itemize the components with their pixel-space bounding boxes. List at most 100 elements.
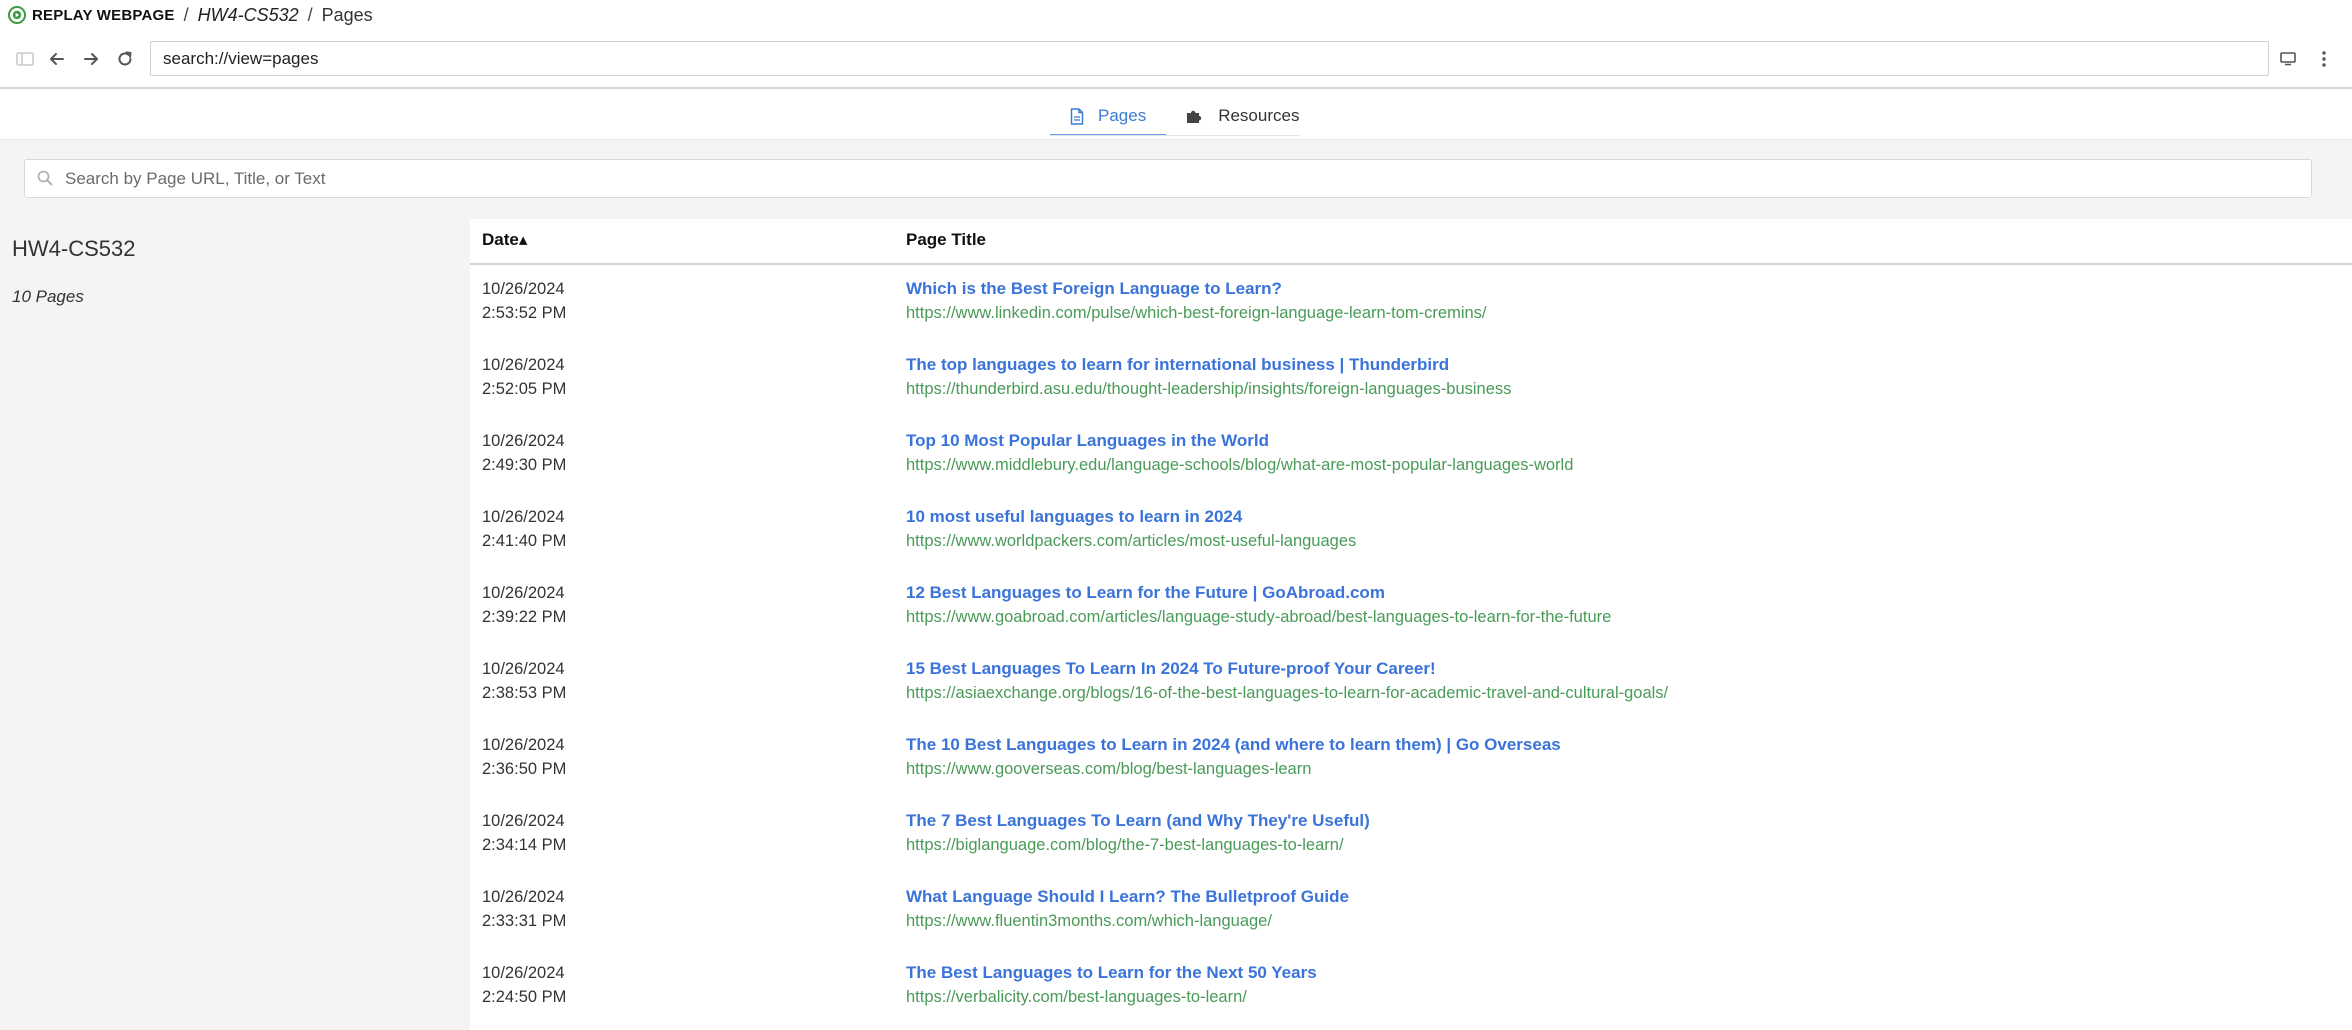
back-button[interactable]: [45, 47, 69, 71]
tab-resources-label: Resources: [1218, 106, 1300, 125]
tab-pages[interactable]: Pages: [1050, 98, 1167, 136]
page-url-link[interactable]: https://www.gooverseas.com/blog/best-lan…: [906, 757, 1311, 781]
brand-name[interactable]: REPLAY WEBPAGE: [32, 7, 175, 24]
device-view-button[interactable]: [2276, 47, 2300, 71]
tab-resources[interactable]: Resources: [1166, 98, 1319, 136]
table-row[interactable]: 10/26/2024 2:41:40 PM 10 most useful langu…: [470, 495, 2352, 571]
page-title-link[interactable]: What Language Should I Learn? The Bullet…: [906, 885, 1349, 909]
page-url-link[interactable]: https://www.goabroad.com/articles/langua…: [906, 605, 1611, 629]
page-title-link[interactable]: 10 most useful languages to learn in 202…: [906, 505, 1242, 529]
arrow-right-icon: [84, 53, 98, 65]
table-row[interactable]: 10/26/2024 2:49:30 PM Top 10 Most Popular …: [470, 419, 2352, 495]
more-options-button[interactable]: [2312, 47, 2336, 71]
row-date: 10/26/2024 2:38:53 PM: [482, 657, 566, 705]
tab-pages-label: Pages: [1098, 106, 1147, 125]
breadcrumb-collection[interactable]: HW4-CS532: [198, 5, 299, 26]
monitor-icon: [2280, 52, 2296, 66]
row-date-time: 2:34:14 PM: [482, 836, 567, 854]
row-date-day: 10/26/2024: [482, 280, 565, 298]
replay-logo-icon: [8, 6, 26, 24]
sidebar-toggle-icon: [16, 52, 34, 66]
row-date-time: 2:53:52 PM: [482, 304, 567, 322]
kebab-menu-icon: [2322, 51, 2326, 67]
page-title-link[interactable]: The top languages to learn for internati…: [906, 353, 1449, 377]
arrow-left-icon: [50, 53, 64, 65]
table-row[interactable]: 10/26/2024 2:39:22 PM 12 Best Languages to…: [470, 571, 2352, 647]
breadcrumb-separator: /: [183, 4, 189, 25]
row-date-time: 2:36:50 PM: [482, 760, 567, 778]
pages-table: Date▴ Page Title 10/26/2024 2:53:52 PM Whi…: [470, 219, 2352, 1030]
row-date-day: 10/26/2024: [482, 508, 565, 526]
page-title-link[interactable]: 15 Best Languages To Learn In 2024 To Fu…: [906, 657, 1436, 681]
row-date-day: 10/26/2024: [482, 356, 565, 374]
page-url-link[interactable]: https://www.linkedin.com/pulse/which-bes…: [906, 301, 1487, 325]
breadcrumb-separator: /: [307, 4, 313, 25]
row-date: 10/26/2024 2:24:50 PM: [482, 961, 566, 1009]
row-date: 10/26/2024 2:36:50 PM: [482, 733, 566, 781]
row-date-time: 2:49:30 PM: [482, 456, 567, 474]
table-row[interactable]: 10/26/2024 2:38:53 PM 15 Best Languages To…: [470, 647, 2352, 723]
reload-button[interactable]: [113, 47, 137, 71]
table-row[interactable]: 10/26/2024 2:34:14 PM The 7 Best Languages…: [470, 799, 2352, 875]
sidebar-toggle-button[interactable]: [13, 47, 37, 71]
row-date-day: 10/26/2024: [482, 888, 565, 906]
row-date-day: 10/26/2024: [482, 432, 565, 450]
row-date: 10/26/2024 2:52:05 PM: [482, 353, 566, 401]
view-tabs: Pages Resources: [1050, 98, 1319, 136]
table-row[interactable]: 10/26/2024 2:52:05 PM The top languages to…: [470, 343, 2352, 419]
row-date-day: 10/26/2024: [482, 660, 565, 678]
forward-button[interactable]: [79, 47, 103, 71]
page-url-link[interactable]: https://biglanguage.com/blog/the-7-best-…: [906, 833, 1344, 857]
page-url-link[interactable]: https://www.middlebury.edu/language-scho…: [906, 453, 1573, 477]
tabs-underline: [1050, 135, 1300, 136]
reload-icon: [118, 51, 132, 66]
page-title-link[interactable]: Top 10 Most Popular Languages in the Wor…: [906, 429, 1269, 453]
search-input[interactable]: [65, 160, 2265, 197]
page-url-link[interactable]: https://www.worldpackers.com/articles/mo…: [906, 529, 1356, 553]
row-date: 10/26/2024 2:34:14 PM: [482, 809, 566, 857]
page-title-link[interactable]: 12 Best Languages to Learn for the Futur…: [906, 581, 1385, 605]
breadcrumb-bar: REPLAY WEBPAGE / HW4-CS532 / Pages: [0, 0, 2352, 30]
row-date: 10/26/2024 2:33:31 PM: [482, 885, 566, 933]
row-date-time: 2:41:40 PM: [482, 532, 567, 550]
page-url-link[interactable]: https://thunderbird.asu.edu/thought-lead…: [906, 377, 1511, 401]
page-title-link[interactable]: The Best Languages to Learn for the Next…: [906, 961, 1317, 985]
puzzle-icon: [1187, 110, 1202, 123]
address-input[interactable]: [150, 41, 2269, 76]
page-url-link[interactable]: https://www.fluentin3months.com/which-la…: [906, 909, 1272, 933]
row-date-day: 10/26/2024: [482, 584, 565, 602]
collection-title: HW4-CS532: [12, 236, 136, 261]
row-date-time: 2:39:22 PM: [482, 608, 567, 626]
row-date-day: 10/26/2024: [482, 736, 565, 754]
page-title-link[interactable]: Which is the Best Foreign Language to Le…: [906, 277, 1282, 301]
collection-sidebar: HW4-CS532 10 Pages: [0, 219, 470, 1030]
title-column-header[interactable]: Page Title: [906, 230, 986, 250]
page-url-link[interactable]: https://asiaexchange.org/blogs/16-of-the…: [906, 681, 1668, 705]
table-row[interactable]: 10/26/2024 2:36:50 PM The 10 Best Language…: [470, 723, 2352, 799]
search-icon: [37, 170, 53, 186]
page-count: 10 Pages: [12, 287, 84, 306]
row-date: 10/26/2024 2:49:30 PM: [482, 429, 566, 477]
row-date-day: 10/26/2024: [482, 812, 565, 830]
page-url-link[interactable]: https://verbalicity.com/best-languages-t…: [906, 985, 1247, 1009]
page-icon: [1070, 107, 1084, 125]
row-date-time: 2:38:53 PM: [482, 684, 567, 702]
row-date-day: 10/26/2024: [482, 964, 565, 982]
row-date: 10/26/2024 2:41:40 PM: [482, 505, 566, 553]
page-title-link[interactable]: The 7 Best Languages To Learn (and Why T…: [906, 809, 1370, 833]
table-row[interactable]: 10/26/2024 2:24:50 PM The Best Languages t…: [470, 951, 2352, 1027]
row-date: 10/26/2024 2:53:52 PM: [482, 277, 566, 325]
row-date: 10/26/2024 2:39:22 PM: [482, 581, 566, 629]
table-row[interactable]: 10/26/2024 2:33:31 PM What Language Should…: [470, 875, 2352, 951]
row-date-time: 2:24:50 PM: [482, 988, 567, 1006]
row-date-time: 2:33:31 PM: [482, 912, 567, 930]
search-box: [24, 159, 2312, 198]
toolbar-divider: [0, 87, 2352, 89]
table-row[interactable]: 10/26/2024 2:53:52 PM Which is the Best Fo…: [470, 267, 2352, 343]
breadcrumb-current-page: Pages: [321, 4, 373, 25]
date-column-header[interactable]: Date▴: [482, 230, 527, 250]
address-toolbar: [0, 38, 2352, 80]
page-title-link[interactable]: The 10 Best Languages to Learn in 2024 (…: [906, 733, 1561, 757]
row-date-time: 2:52:05 PM: [482, 380, 567, 398]
table-header: Date▴ Page Title: [470, 219, 2352, 265]
